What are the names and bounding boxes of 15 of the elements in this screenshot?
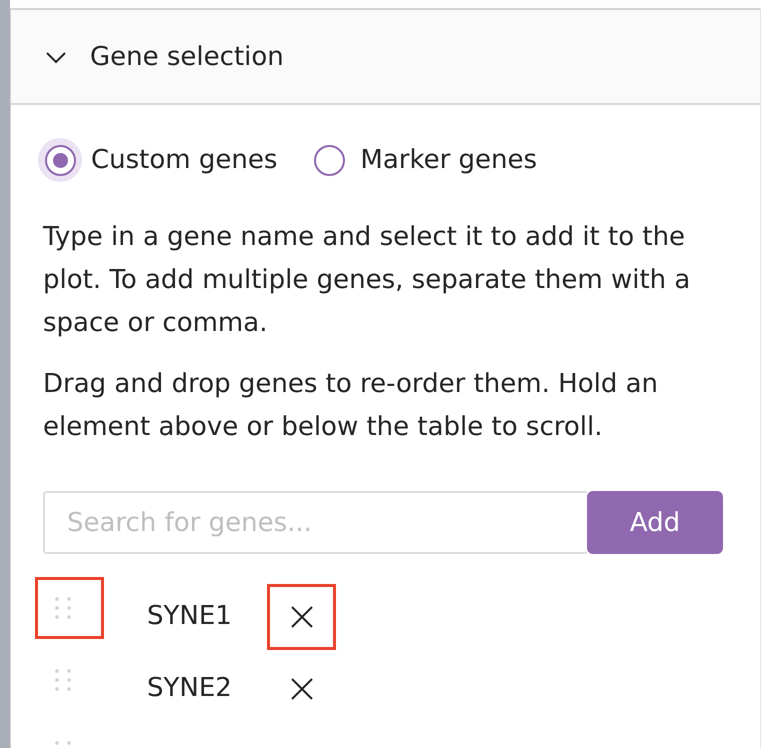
instruction-text: Type in a gene name and select it to add it to the plot. To add multiple genes, separate them with a space or comma. (43, 221, 692, 340)
close-icon[interactable] (290, 678, 312, 700)
gene-name: SYNE1 (147, 600, 233, 632)
drag-handle-icon[interactable] (54, 669, 70, 691)
section-header[interactable]: Gene selection (11, 10, 760, 105)
add-button[interactable]: Add (587, 491, 723, 554)
radio-label[interactable]: Marker genes (360, 144, 538, 176)
radio-button[interactable] (38, 138, 82, 182)
close-icon[interactable] (290, 606, 312, 628)
radio-label[interactable]: Custom genes (91, 144, 278, 176)
section-title: Gene selection (90, 40, 284, 72)
instruction-text: Drag and drop genes to re-order them. Hold an element above or below the table to scroll. (43, 368, 659, 444)
drag-handle-icon[interactable] (54, 597, 70, 619)
gene-name: SYNE2 (147, 672, 233, 704)
search-field[interactable]: Search for genes... (43, 491, 587, 554)
